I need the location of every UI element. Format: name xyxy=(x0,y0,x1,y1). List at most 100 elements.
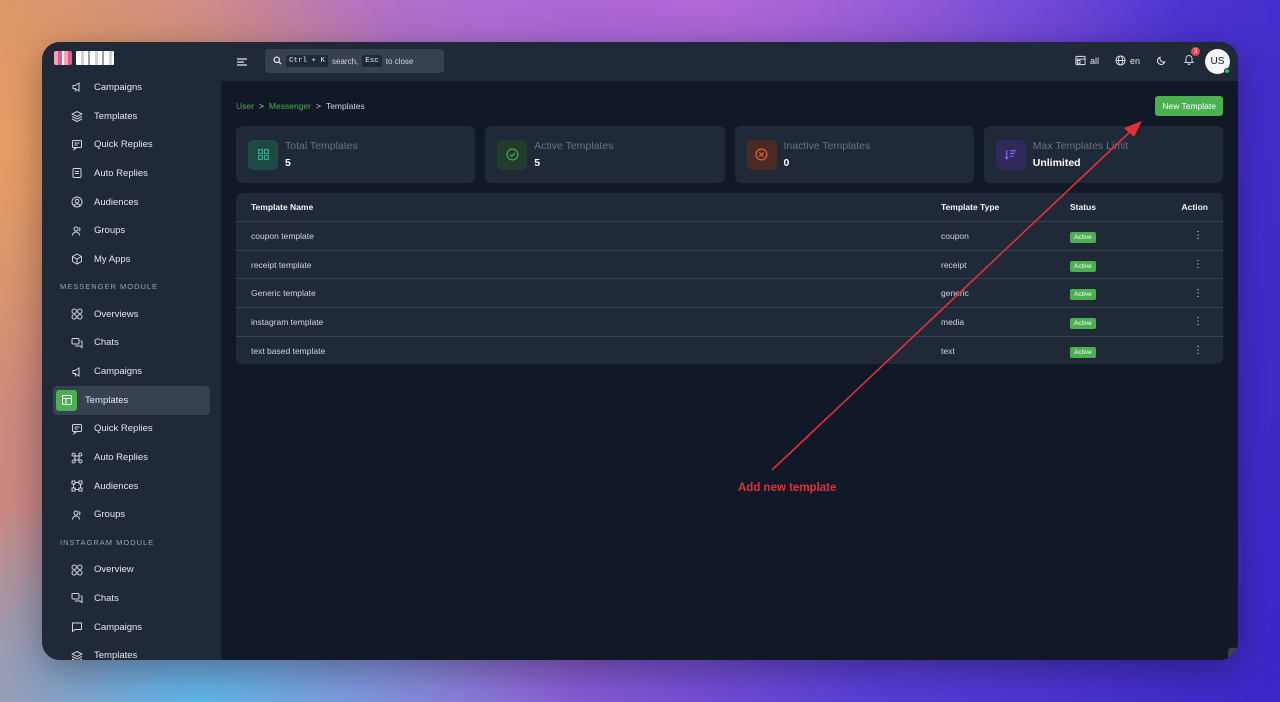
scroll-corner xyxy=(1228,648,1238,660)
sidebar-item-my-apps[interactable]: My Apps xyxy=(53,245,210,274)
sidebar-item-campaigns[interactable]: Campaigns xyxy=(53,357,210,386)
sidebar-item-templates[interactable]: Templates xyxy=(53,385,210,415)
more-options-icon[interactable]: ⋮ xyxy=(1193,316,1203,327)
breadcrumb-separator: > xyxy=(258,101,264,111)
template-name: text based template xyxy=(251,345,326,356)
sidebar-item-auto-replies[interactable]: Auto Replies xyxy=(53,443,210,472)
app-logo[interactable] xyxy=(54,51,114,65)
sidebar-item-overview[interactable]: Overview xyxy=(53,555,210,584)
template-name: coupon template xyxy=(251,230,314,241)
sidebar-item-label: Auto Replies xyxy=(94,167,148,179)
table-row[interactable]: text based template text Active ⋮ xyxy=(236,335,1223,365)
sidebar-item-label: Campaigns xyxy=(94,366,143,378)
table-row[interactable]: receipt template receipt Active ⋮ xyxy=(236,249,1223,279)
grid-circles-icon xyxy=(71,308,83,320)
stat-card: Total Templates 5 xyxy=(236,126,476,183)
check-circle-icon xyxy=(497,139,528,170)
sidebar-item-label: Quick Replies xyxy=(94,139,153,151)
notification-count-badge: 3 xyxy=(1191,47,1200,56)
user-avatar[interactable]: US xyxy=(1205,48,1230,74)
sidebar-item-label: Auto Replies xyxy=(94,452,148,464)
header-template-name[interactable]: Template Name xyxy=(251,202,313,212)
breadcrumb-user[interactable]: User xyxy=(236,101,254,111)
more-options-icon[interactable]: ⋮ xyxy=(1193,345,1203,356)
sidebar-item-label: My Apps xyxy=(94,253,131,265)
close-shortcut-key: Esc xyxy=(362,55,382,67)
more-options-icon[interactable]: ⋮ xyxy=(1193,288,1203,299)
menu-toggle-icon[interactable] xyxy=(236,55,248,67)
section-label-messenger: MESSENGER MODULE xyxy=(60,282,159,292)
template-name: Generic template xyxy=(251,288,316,299)
stat-card: Max Templates Limit Unlimited xyxy=(983,126,1223,183)
new-template-button[interactable]: New Template xyxy=(1155,96,1223,116)
header-template-type[interactable]: Template Type xyxy=(941,202,999,212)
layers-icon xyxy=(71,110,83,123)
sidebar-item-groups[interactable]: Groups xyxy=(53,501,210,530)
sidebar-item-label: Audiences xyxy=(94,196,139,208)
sidebar-item-campaigns[interactable]: Campaigns xyxy=(53,613,210,642)
more-options-icon[interactable]: ⋮ xyxy=(1193,230,1203,241)
template-type: text xyxy=(941,345,955,356)
moon-icon xyxy=(1156,55,1167,68)
search-box[interactable]: Ctrl + K search, Esc to close xyxy=(265,49,444,73)
sidebar-item-audiences[interactable]: Audiences xyxy=(53,188,210,217)
sidebar-item-label: Templates xyxy=(94,110,138,122)
sidebar-item-templates[interactable]: Templates xyxy=(53,102,210,131)
sidebar-item-quick-replies[interactable]: Quick Replies xyxy=(53,415,210,444)
users-icon xyxy=(71,509,83,521)
workspace-switcher[interactable]: all xyxy=(1075,55,1099,68)
sidebar-item-chats[interactable]: Chats xyxy=(53,329,210,358)
sidebar-item-overviews[interactable]: Overviews xyxy=(53,300,210,329)
stat-value: 0 xyxy=(783,157,790,169)
table-row[interactable]: Generic template generic Active ⋮ xyxy=(236,278,1223,307)
message-square-icon xyxy=(71,621,83,633)
status-badge: Active xyxy=(1070,289,1096,301)
globe-icon xyxy=(1115,54,1126,68)
more-options-icon[interactable]: ⋮ xyxy=(1193,259,1203,270)
sidebar-item-groups[interactable]: Groups xyxy=(53,216,210,245)
stat-label: Total Templates xyxy=(285,140,358,152)
template-name: receipt template xyxy=(251,259,312,270)
status-badge: Active xyxy=(1070,346,1096,358)
sidebar-item-label: Campaigns xyxy=(94,81,143,93)
theme-toggle[interactable] xyxy=(1156,55,1167,68)
status-badge: Active xyxy=(1070,231,1096,243)
notifications-button[interactable]: 3 xyxy=(1183,47,1200,70)
sidebar-item-label: Audiences xyxy=(94,480,139,492)
template-icon xyxy=(56,389,77,411)
breadcrumb: User > Messenger > Templates xyxy=(236,101,365,111)
sidebar-item-auto-replies[interactable]: Auto Replies xyxy=(53,159,210,188)
online-status-dot xyxy=(1224,67,1230,74)
annotation-label: Add new template xyxy=(738,482,837,494)
stat-label: Inactive Templates xyxy=(783,140,871,152)
sidebar-nav: Campaigns Templates Quick Replies Auto Repl… xyxy=(42,73,221,660)
table-row[interactable]: instagram template media Active ⋮ xyxy=(236,307,1223,336)
header-status[interactable]: Status xyxy=(1070,202,1096,212)
sidebar-item-templates[interactable]: Templates xyxy=(53,641,210,660)
sidebar-item-label: Templates xyxy=(94,650,138,660)
template-type: receipt xyxy=(941,259,967,270)
table-row[interactable]: coupon template coupon Active ⋮ xyxy=(236,221,1223,250)
breadcrumb-separator: > xyxy=(315,101,321,111)
stat-value: 5 xyxy=(534,157,541,169)
megaphone-icon xyxy=(71,366,83,378)
template-type: media xyxy=(941,316,965,327)
language-label: en xyxy=(1129,56,1140,66)
file-text-icon xyxy=(71,167,83,179)
status-badge: Active xyxy=(1070,317,1096,329)
breadcrumb-messenger[interactable]: Messenger xyxy=(269,101,311,111)
sidebar-item-campaigns[interactable]: Campaigns xyxy=(53,73,210,102)
nodes-icon xyxy=(71,480,83,492)
sidebar-item-label: Chats xyxy=(94,337,119,349)
templates-table: Template Name Template Type Status Actio… xyxy=(236,193,1223,365)
language-switcher[interactable]: en xyxy=(1115,54,1140,68)
stat-value: 5 xyxy=(285,157,291,169)
sidebar-item-quick-replies[interactable]: Quick Replies xyxy=(53,130,210,159)
table-header-row: Template Name Template Type Status Actio… xyxy=(236,193,1223,221)
grid-circles-icon xyxy=(71,564,83,576)
sidebar-item-chats[interactable]: Chats xyxy=(53,584,210,613)
sidebar-item-audiences[interactable]: Audiences xyxy=(53,472,210,501)
message-icon xyxy=(71,139,83,151)
main-content: Ctrl + K search, Esc to close all en 3 U… xyxy=(221,42,1238,660)
status-badge: Active xyxy=(1070,260,1096,272)
